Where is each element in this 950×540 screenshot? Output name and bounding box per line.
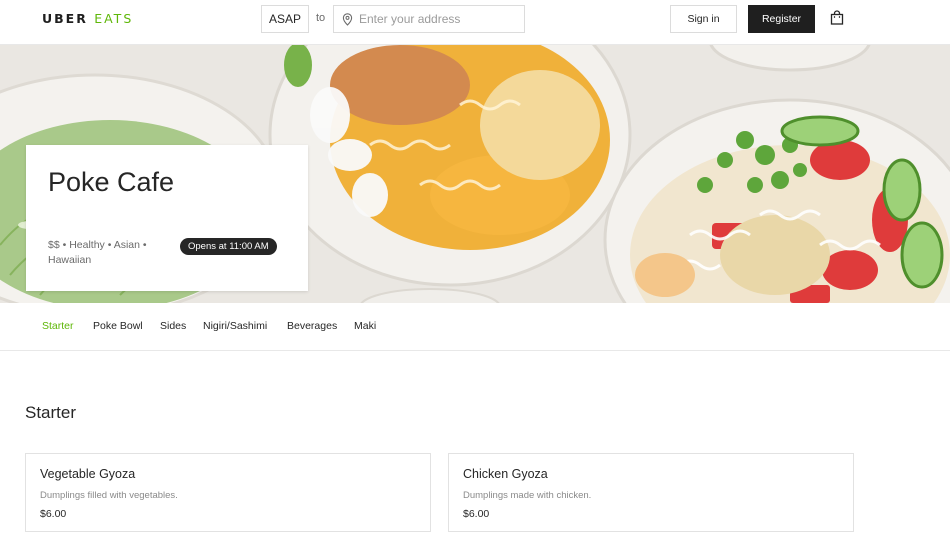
to-label: to — [316, 12, 326, 24]
menu-item-description: Dumplings made with chicken. — [463, 490, 592, 501]
restaurant-info-card: Poke Cafe $$ • Healthy • Asian • Hawaiia… — [26, 145, 308, 291]
menu-item-description: Dumplings filled with vegetables. — [40, 490, 178, 501]
delivery-time-button[interactable]: ASAP — [261, 5, 309, 33]
top-header: UBER EATS ASAP to Sign in Register — [0, 0, 950, 45]
address-field[interactable] — [333, 5, 525, 33]
menu-item-card[interactable]: Chicken Gyoza Dumplings made with chicke… — [448, 453, 854, 532]
location-pin-icon — [342, 12, 353, 26]
sign-in-button[interactable]: Sign in — [670, 5, 737, 33]
opens-at-badge: Opens at 11:00 AM — [180, 238, 277, 255]
logo-eats-text: EATS — [94, 11, 134, 26]
register-button[interactable]: Register — [748, 5, 815, 33]
restaurant-hero: Poke Cafe $$ • Healthy • Asian • Hawaiia… — [0, 45, 950, 303]
category-tab-sides[interactable]: Sides — [160, 320, 186, 332]
uber-eats-logo[interactable]: UBER EATS — [42, 11, 133, 26]
category-tab-poke-bowl[interactable]: Poke Bowl — [93, 320, 143, 332]
section-title: Starter — [25, 403, 77, 422]
restaurant-name: Poke Cafe — [48, 167, 175, 197]
shopping-bag-icon[interactable] — [830, 10, 844, 25]
menu-item-name: Vegetable Gyoza — [40, 467, 136, 481]
restaurant-tags: $$ • Healthy • Asian • Hawaiian — [48, 239, 147, 266]
menu-item-price: $6.00 — [463, 508, 490, 520]
address-input[interactable] — [359, 12, 519, 26]
menu-item-card[interactable]: Vegetable Gyoza Dumplings filled with ve… — [25, 453, 431, 532]
category-tab-nigiri-sashimi[interactable]: Nigiri/Sashimi — [203, 320, 267, 332]
category-tab-starter[interactable]: Starter — [42, 320, 74, 332]
menu-item-name: Chicken Gyoza — [463, 467, 548, 481]
menu-item-price: $6.00 — [40, 508, 67, 520]
logo-uber-text: UBER — [42, 11, 88, 26]
category-tab-maki[interactable]: Maki — [354, 320, 376, 332]
menu-category-nav: Starter Poke Bowl Sides Nigiri/Sashimi B… — [0, 303, 950, 351]
category-tab-beverages[interactable]: Beverages — [287, 320, 337, 332]
